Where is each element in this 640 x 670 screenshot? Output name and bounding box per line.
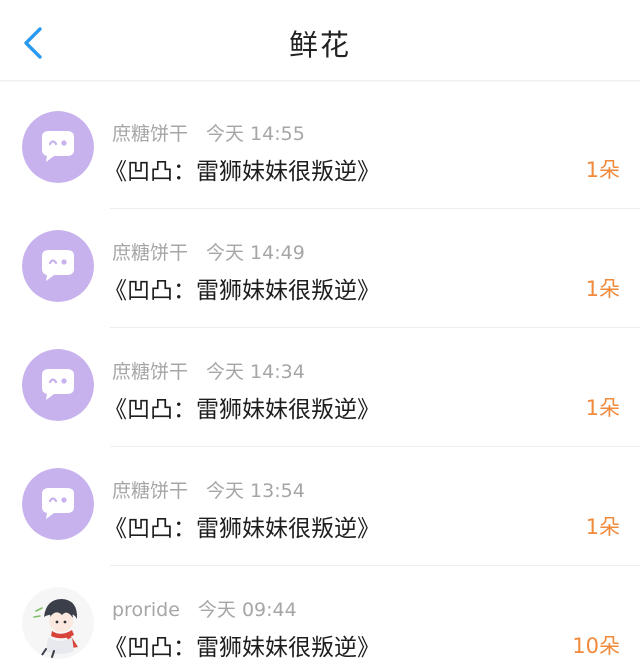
flower-count: 1朵 — [585, 515, 620, 539]
book-title: 《凹凸：雷狮妹妹很叛逆》 — [104, 635, 380, 661]
anime-character-avatar-icon — [22, 587, 94, 659]
list-item[interactable]: proride 今天 09:44 《凹凸：雷狮妹妹很叛逆》 10朵 — [0, 566, 640, 670]
flower-count: 1朵 — [585, 396, 620, 420]
flower-count: 10朵 — [572, 634, 620, 658]
username: 庶糖饼干 — [112, 480, 189, 502]
avatar[interactable] — [22, 587, 94, 659]
chat-bubble-avatar-icon — [22, 349, 94, 421]
nav-bar: 鲜花 — [0, 0, 640, 81]
avatar[interactable] — [22, 468, 94, 540]
timestamp: 今天 09:44 — [197, 599, 297, 621]
timestamp: 今天 14:34 — [206, 361, 305, 383]
flower-count: 1朵 — [585, 277, 620, 301]
list-item[interactable]: 庶糖饼干 今天 14:55 《凹凸：雷狮妹妹很叛逆》 1朵 — [0, 90, 640, 209]
flower-record-list: 庶糖饼干 今天 14:55 《凹凸：雷狮妹妹很叛逆》 1朵 庶糖饼干 今天 14:4… — [0, 90, 640, 670]
list-item[interactable]: 庶糖饼干 今天 13:54 《凹凸：雷狮妹妹很叛逆》 1朵 — [0, 447, 640, 566]
avatar[interactable] — [22, 230, 94, 302]
username: proride — [112, 599, 180, 621]
timestamp: 今天 14:49 — [206, 242, 305, 264]
username: 庶糖饼干 — [112, 123, 189, 145]
chat-bubble-avatar-icon — [22, 230, 94, 302]
book-title: 《凹凸：雷狮妹妹很叛逆》 — [104, 516, 380, 542]
record-meta: 庶糖饼干 今天 13:54 — [112, 476, 305, 503]
book-title: 《凹凸：雷狮妹妹很叛逆》 — [104, 278, 380, 304]
chat-bubble-avatar-icon — [22, 468, 94, 540]
list-item[interactable]: 庶糖饼干 今天 14:34 《凹凸：雷狮妹妹很叛逆》 1朵 — [0, 328, 640, 447]
avatar[interactable] — [22, 111, 94, 183]
book-title: 《凹凸：雷狮妹妹很叛逆》 — [104, 397, 380, 423]
record-meta: 庶糖饼干 今天 14:34 — [112, 357, 305, 384]
chat-bubble-avatar-icon — [22, 111, 94, 183]
book-title: 《凹凸：雷狮妹妹很叛逆》 — [104, 159, 380, 185]
page-title: 鲜花 — [288, 28, 351, 62]
flower-count: 1朵 — [585, 158, 620, 182]
username: 庶糖饼干 — [112, 361, 189, 383]
timestamp: 今天 14:55 — [206, 123, 305, 145]
avatar[interactable] — [22, 349, 94, 421]
timestamp: 今天 13:54 — [206, 480, 305, 502]
record-meta: proride 今天 09:44 — [112, 595, 297, 622]
username: 庶糖饼干 — [112, 242, 189, 264]
record-meta: 庶糖饼干 今天 14:55 — [112, 119, 305, 146]
record-meta: 庶糖饼干 今天 14:49 — [112, 238, 305, 265]
list-item[interactable]: 庶糖饼干 今天 14:49 《凹凸：雷狮妹妹很叛逆》 1朵 — [0, 209, 640, 328]
